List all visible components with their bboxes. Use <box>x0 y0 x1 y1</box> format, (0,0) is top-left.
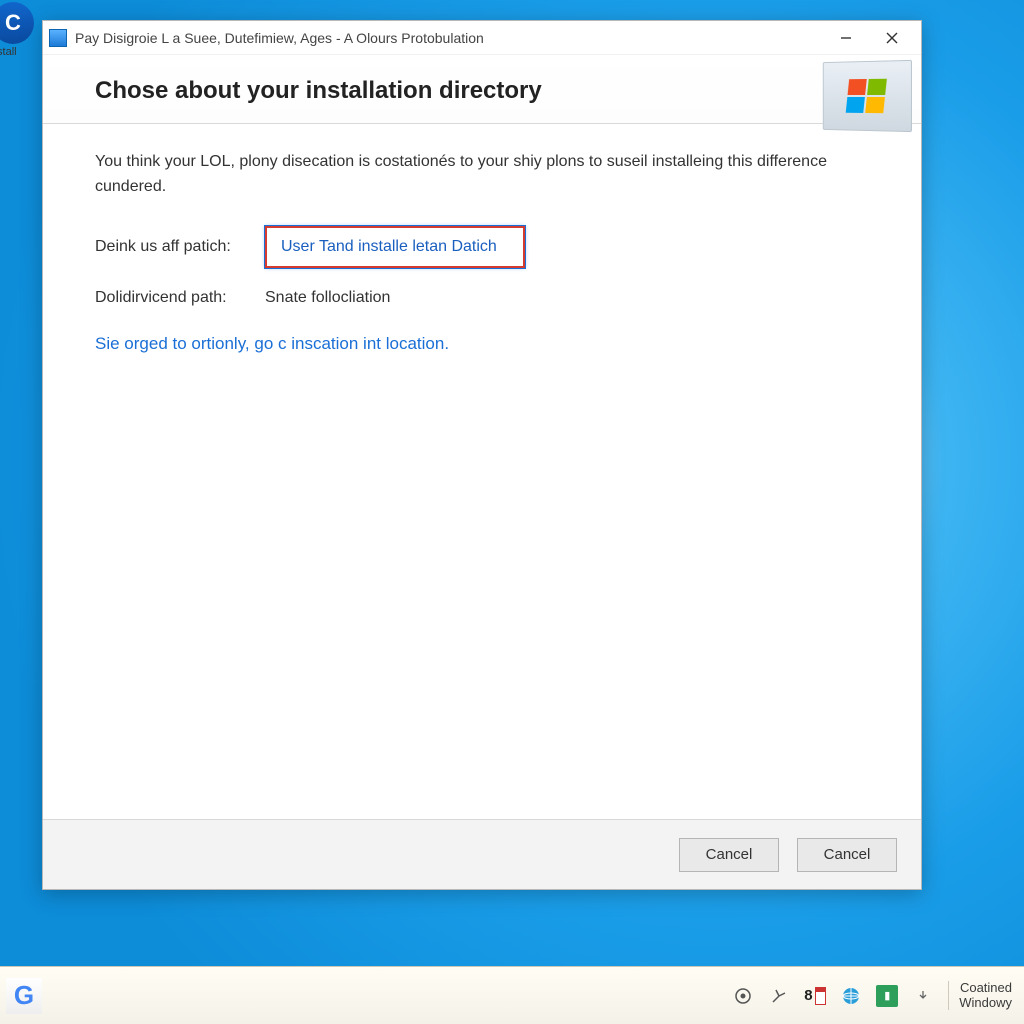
titlebar[interactable]: Pay Disigroie L a Suee, Dutefimiew, Ages… <box>43 21 921 55</box>
wizard-content: You think your LOL, plony disecation is … <box>43 124 921 819</box>
page-title: Chose about your installation directory <box>95 77 893 105</box>
window-title: Pay Disigroie L a Suee, Dutefimiew, Ages… <box>75 30 484 46</box>
minimize-button[interactable] <box>823 23 869 53</box>
install-path-field[interactable]: User Tand installe letan Datich <box>265 226 525 269</box>
taskbar-clock[interactable]: Coatined Windowy <box>948 981 1012 1011</box>
tray-day-number: 8 <box>804 987 812 1004</box>
taskbar-chrome-icon[interactable]: G <box>6 978 42 1014</box>
destination-path-label: Dolidirvicend path: <box>95 286 265 311</box>
close-icon <box>886 32 898 44</box>
install-path-row: Deink us aff patich: User Tand installe … <box>95 226 869 269</box>
installer-window: Pay Disigroie L a Suee, Dutefimiew, Ages… <box>42 20 922 890</box>
change-location-link[interactable]: Sie orged to ortionly, go c inscation in… <box>95 331 869 357</box>
desktop-shortcut-label: ıstall <box>0 46 17 58</box>
clock-line-2: Windowy <box>959 996 1012 1011</box>
windows-flag-icon <box>846 79 887 113</box>
tray-network-icon[interactable] <box>840 985 862 1007</box>
description-text: You think your LOL, plony disecation is … <box>95 150 855 200</box>
app-icon <box>49 29 67 47</box>
taskbar[interactable]: G 8 ▮ Coatined Windowy <box>0 966 1024 1024</box>
tray-settings-icon[interactable] <box>732 985 754 1007</box>
desktop-shortcut-icon[interactable]: С <box>0 2 34 44</box>
tray-tools-icon[interactable] <box>768 985 790 1007</box>
destination-path-row: Dolidirvicend path: Snate follocliation <box>95 286 869 311</box>
wizard-footer: Cancel Cancel <box>43 819 921 889</box>
destination-path-value: Snate follocliation <box>265 286 390 311</box>
wizard-header: Chose about your installation directory <box>43 55 921 124</box>
cancel-button-2[interactable]: Cancel <box>797 838 897 872</box>
tray-app-icon[interactable]: ▮ <box>876 985 898 1007</box>
install-path-label: Deink us aff patich: <box>95 235 265 260</box>
windows-logo-monitor <box>823 60 912 132</box>
calendar-icon <box>815 987 827 1005</box>
system-tray: 8 ▮ Coatined Windowy <box>732 981 1018 1011</box>
tray-overflow-icon[interactable] <box>912 985 934 1007</box>
cancel-button[interactable]: Cancel <box>679 838 779 872</box>
clock-line-1: Coatined <box>959 981 1012 996</box>
close-button[interactable] <box>869 23 915 53</box>
tray-calendar-icon[interactable]: 8 <box>804 985 826 1007</box>
minimize-icon <box>840 32 852 44</box>
